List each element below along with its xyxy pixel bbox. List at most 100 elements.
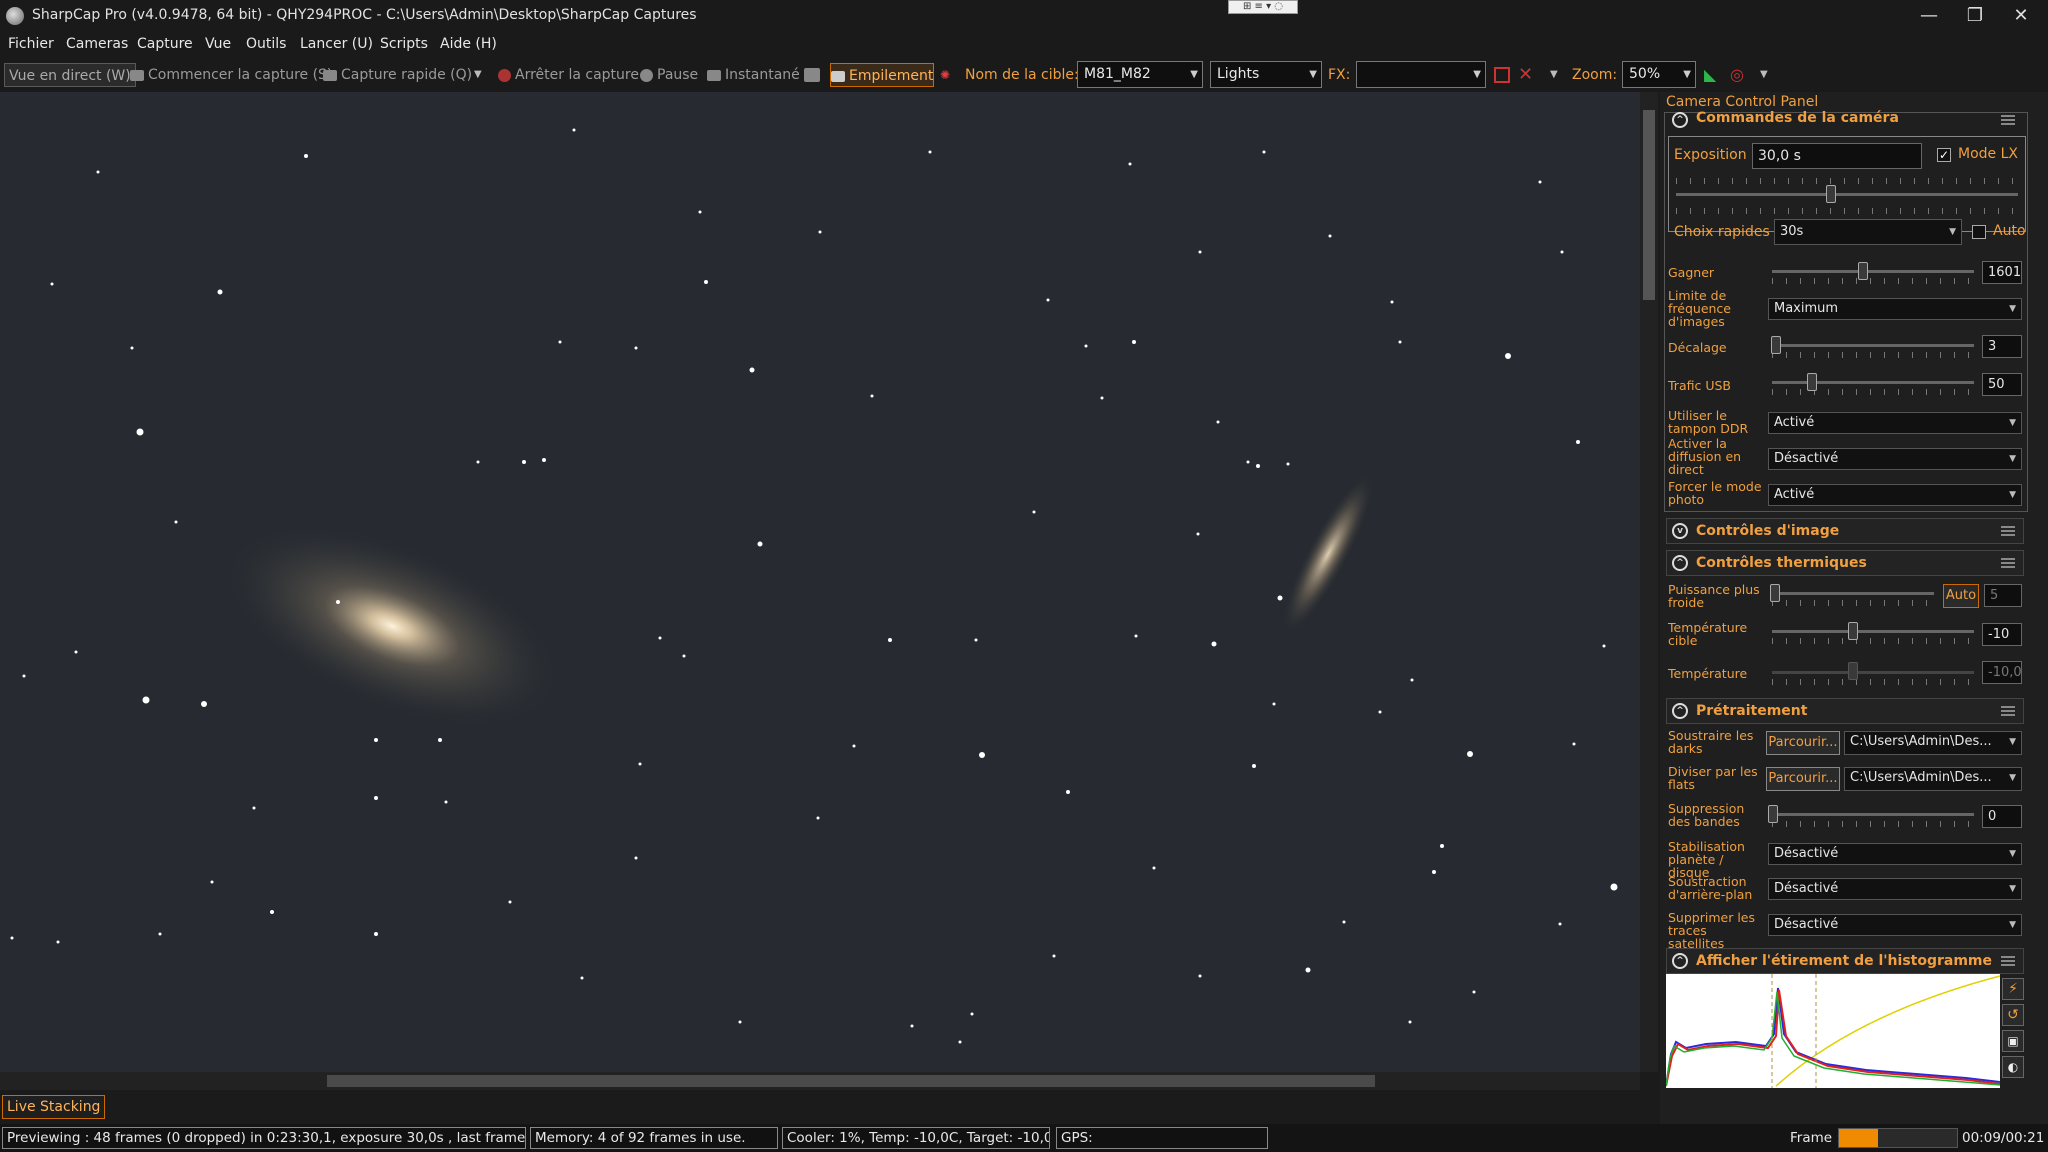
offset-value[interactable]: 3: [1982, 335, 2022, 358]
banding-value[interactable]: 0: [1982, 805, 2022, 828]
target-name-combo[interactable]: M81_M82 ▼: [1077, 61, 1203, 88]
gain-slider-thumb[interactable]: [1857, 262, 1868, 280]
stacking-button[interactable]: Empilement: [830, 63, 935, 87]
menu-lancer[interactable]: Lancer (U): [300, 36, 373, 52]
menu-capture[interactable]: Capture: [137, 36, 193, 52]
usb-slider-track[interactable]: [1772, 381, 1974, 384]
auto-stretch-icon[interactable]: ⚡: [2002, 978, 2024, 1000]
contrast-icon[interactable]: ◐: [2002, 1056, 2024, 1078]
cooler-power-value[interactable]: 5: [1984, 584, 2022, 607]
expand-icon[interactable]: v: [1672, 523, 1688, 539]
viewer-horizontal-scroll-thumb[interactable]: [327, 1075, 1375, 1087]
stabilization-dropdown[interactable]: Désactivé ▼: [1768, 843, 2022, 865]
gain-label: Gagner: [1668, 265, 1715, 280]
fx-combo[interactable]: ▼: [1356, 61, 1486, 88]
snapshot-button[interactable]: Instantané: [707, 63, 800, 87]
satellite-trails-label: Supprimer les traces satellites: [1668, 910, 1755, 951]
frame-type-combo[interactable]: Lights ▼: [1210, 61, 1322, 88]
menu-aide[interactable]: Aide (H): [440, 36, 497, 52]
target-temp-track[interactable]: [1772, 630, 1974, 633]
histogram-toggle-icon[interactable]: ◣: [1704, 63, 1716, 87]
live-view-button[interactable]: Vue en direct (W): [4, 63, 136, 87]
offset-slider-track[interactable]: [1772, 344, 1974, 347]
frame-progress-bar: [1838, 1128, 1958, 1148]
force-photo-dropdown[interactable]: Activé ▼: [1768, 484, 2022, 506]
banding-slider-thumb[interactable]: [1768, 805, 1778, 823]
stop-capture-button[interactable]: Arrêter la capture: [498, 63, 639, 87]
live-stacking-tab[interactable]: Live Stacking: [2, 1095, 106, 1119]
section-menu-icon[interactable]: [2001, 956, 2015, 966]
menu-outils[interactable]: Outils: [246, 36, 286, 52]
section-menu-icon[interactable]: [2001, 558, 2015, 568]
banding-slider-track[interactable]: [1772, 813, 1974, 816]
target-temp-value[interactable]: -10: [1982, 623, 2022, 646]
menu-cameras[interactable]: Cameras: [66, 36, 128, 52]
exposure-slider-track[interactable]: [1676, 193, 2018, 196]
snapshot-icon: [707, 69, 721, 81]
satellite-trails-value: Désactivé: [1774, 917, 1839, 932]
floating-mini-toolbar[interactable]: ⊞ ≡ ▾ ◌: [1228, 0, 1298, 14]
ddr-buffer-dropdown[interactable]: Activé ▼: [1768, 412, 2022, 434]
quick-capture-button[interactable]: Capture rapide (Q): [323, 63, 472, 87]
collapse-icon[interactable]: ^: [1672, 703, 1688, 719]
restore-button[interactable]: ❐: [1952, 0, 1998, 32]
collapse-icon[interactable]: ^: [1672, 953, 1688, 969]
flats-path-dropdown[interactable]: C:\Users\Admin\Des... ▼: [1844, 767, 2022, 791]
exposure-input[interactable]: 30,0 s: [1752, 143, 1922, 169]
gain-value[interactable]: 1601: [1982, 261, 2022, 284]
usb-traffic-value[interactable]: 50: [1982, 373, 2022, 396]
menu-scripts[interactable]: Scripts: [380, 36, 428, 52]
chevron-down-icon: ▼: [2009, 884, 2016, 894]
live-stream-dropdown[interactable]: Désactivé ▼: [1768, 448, 2022, 470]
quick-choice-dropdown[interactable]: 30s ▼: [1774, 219, 1962, 245]
cooler-auto-button[interactable]: Auto: [1943, 584, 1979, 608]
menu-vue[interactable]: Vue: [205, 36, 231, 52]
menu-fichier[interactable]: Fichier: [8, 36, 54, 52]
quick-capture-dropdown-icon[interactable]: ▼: [474, 63, 482, 87]
target-temp-thumb[interactable]: [1848, 622, 1858, 640]
histogram-plot[interactable]: [1666, 974, 2000, 1088]
chevron-down-icon: ▼: [2009, 454, 2016, 464]
quick-auto-checkbox[interactable]: [1972, 225, 1986, 239]
lx-mode-checkbox[interactable]: ✓: [1937, 148, 1951, 162]
section-menu-icon[interactable]: [2001, 706, 2015, 716]
background-subtraction-dropdown[interactable]: Désactivé ▼: [1768, 878, 2022, 900]
start-capture-button[interactable]: Commencer la capture (S): [130, 63, 332, 87]
save-icon[interactable]: ▣: [2002, 1030, 2024, 1052]
galaxy-m82: [1282, 473, 1374, 635]
target-temp-ticks: [1772, 638, 1974, 644]
collapse-icon: ^: [1672, 112, 1688, 128]
reticle-icon[interactable]: [1494, 67, 1510, 83]
frame-rate-limit-dropdown[interactable]: Maximum ▼: [1768, 298, 2022, 320]
frame-progress-fill: [1839, 1129, 1878, 1147]
gain-ticks: [1772, 278, 1974, 284]
overlay-dropdown-icon[interactable]: ▼: [1550, 63, 1558, 87]
collapse-icon[interactable]: ^: [1672, 555, 1688, 571]
gain-slider-track[interactable]: [1772, 270, 1974, 273]
section-menu-icon[interactable]: [2001, 115, 2015, 125]
viewer-vertical-scroll-thumb[interactable]: [1643, 110, 1655, 300]
flats-browse-button[interactable]: Parcourir...: [1766, 767, 1840, 791]
close-button[interactable]: ✕: [1998, 0, 2044, 32]
exposure-slider-thumb[interactable]: [1826, 185, 1836, 203]
darks-browse-button[interactable]: Parcourir...: [1766, 731, 1840, 755]
image-viewer[interactable]: [0, 92, 1640, 1072]
chevron-down-icon: ▼: [2009, 418, 2016, 428]
minimize-button[interactable]: —: [1906, 0, 1952, 32]
focus-assist-icon[interactable]: ◎: [1730, 63, 1744, 87]
satellite-trails-dropdown[interactable]: Désactivé ▼: [1768, 914, 2022, 936]
pause-button[interactable]: Pause: [640, 63, 698, 87]
section-menu-icon[interactable]: [2001, 526, 2015, 536]
crosshair-icon[interactable]: ✕: [1518, 63, 1533, 87]
usb-ticks: [1772, 389, 1974, 395]
tools-dropdown-icon[interactable]: ▼: [1760, 63, 1768, 87]
usb-slider-thumb[interactable]: [1807, 373, 1818, 391]
monitor-settings-icon[interactable]: [804, 63, 824, 87]
reset-stretch-icon[interactable]: ↺: [2002, 1004, 2024, 1026]
cooler-power-track[interactable]: [1772, 592, 1934, 595]
darks-path-dropdown[interactable]: C:\Users\Admin\Des... ▼: [1844, 731, 2022, 755]
offset-slider-thumb[interactable]: [1771, 336, 1782, 354]
pause-label: Pause: [657, 67, 699, 83]
cooler-power-thumb[interactable]: [1770, 584, 1780, 602]
zoom-combo[interactable]: 50% ▼: [1622, 61, 1696, 88]
